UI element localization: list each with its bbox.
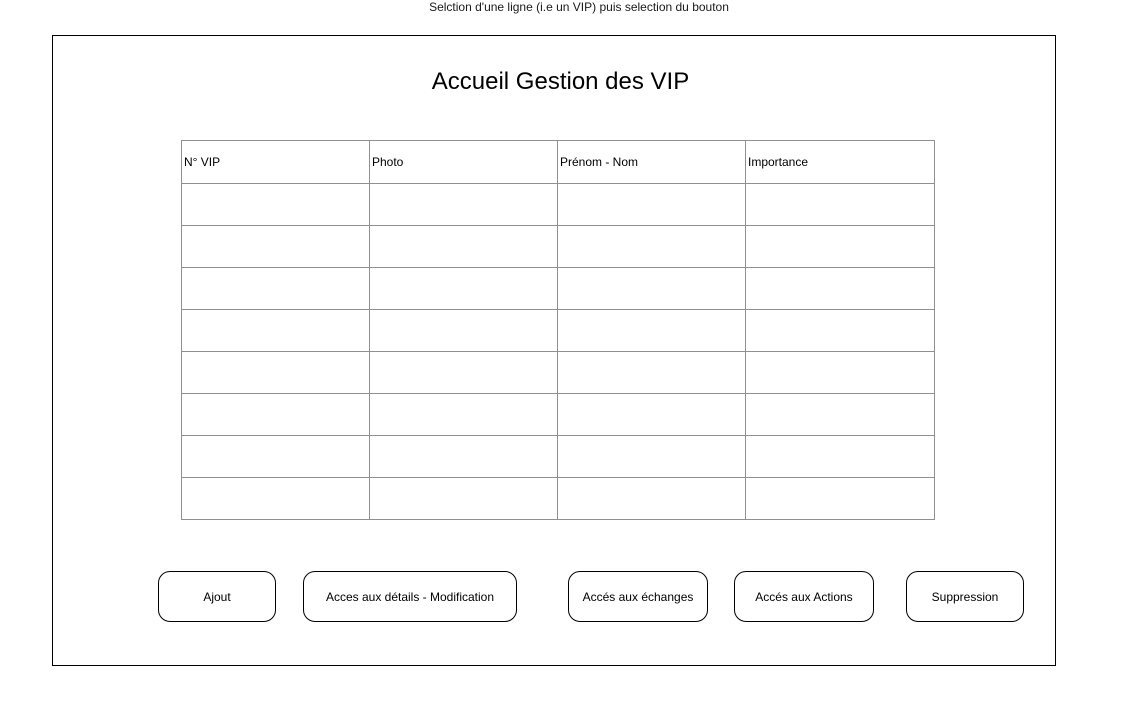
table-cell — [745, 309, 935, 352]
actions-button[interactable]: Accés aux Actions — [734, 571, 874, 622]
table-cell — [745, 435, 935, 478]
table-cell — [181, 477, 370, 520]
table-cell — [557, 309, 746, 352]
table-cell — [369, 435, 558, 478]
table-cell — [745, 225, 935, 268]
table-cell — [745, 477, 935, 520]
table-cell — [557, 267, 746, 310]
table-row[interactable] — [181, 309, 935, 352]
column-header-importance: Importance — [745, 140, 935, 184]
table-cell — [181, 309, 370, 352]
table-row[interactable] — [181, 393, 935, 436]
table-row[interactable] — [181, 225, 935, 268]
table-cell — [557, 477, 746, 520]
table-cell — [745, 393, 935, 436]
add-button[interactable]: Ajout — [158, 571, 276, 622]
table-row[interactable] — [181, 267, 935, 310]
delete-button[interactable]: Suppression — [906, 571, 1024, 622]
table-cell — [369, 183, 558, 226]
table-cell — [181, 267, 370, 310]
vip-table: N° VIP Photo Prénom - Nom Importance — [181, 140, 935, 520]
table-cell — [557, 225, 746, 268]
table-cell — [369, 477, 558, 520]
table-cell — [181, 225, 370, 268]
table-cell — [369, 351, 558, 394]
table-row[interactable] — [181, 477, 935, 520]
column-header-vip-number: N° VIP — [181, 140, 370, 184]
column-header-photo: Photo — [369, 140, 558, 184]
table-header-row: N° VIP Photo Prénom - Nom Importance — [181, 140, 935, 184]
table-cell — [181, 435, 370, 478]
table-cell — [557, 183, 746, 226]
table-cell — [369, 225, 558, 268]
table-cell — [181, 183, 370, 226]
page-title: Accueil Gestion des VIP — [431, 68, 690, 95]
exchanges-button[interactable]: Accés aux échanges — [568, 571, 708, 622]
table-cell — [181, 393, 370, 436]
table-cell — [557, 351, 746, 394]
table-cell — [745, 183, 935, 226]
table-cell — [745, 351, 935, 394]
instruction-note: Selction d'une ligne (i.e un VIP) puis s… — [429, 0, 729, 14]
column-header-name: Prénom - Nom — [557, 140, 746, 184]
table-cell — [369, 393, 558, 436]
table-cell — [181, 351, 370, 394]
table-row[interactable] — [181, 435, 935, 478]
table-cell — [369, 267, 558, 310]
table-cell — [369, 309, 558, 352]
details-modification-button[interactable]: Acces aux détails - Modification — [303, 571, 517, 622]
table-cell — [557, 393, 746, 436]
table-row[interactable] — [181, 183, 935, 226]
table-cell — [557, 435, 746, 478]
table-cell — [745, 267, 935, 310]
table-row[interactable] — [181, 351, 935, 394]
